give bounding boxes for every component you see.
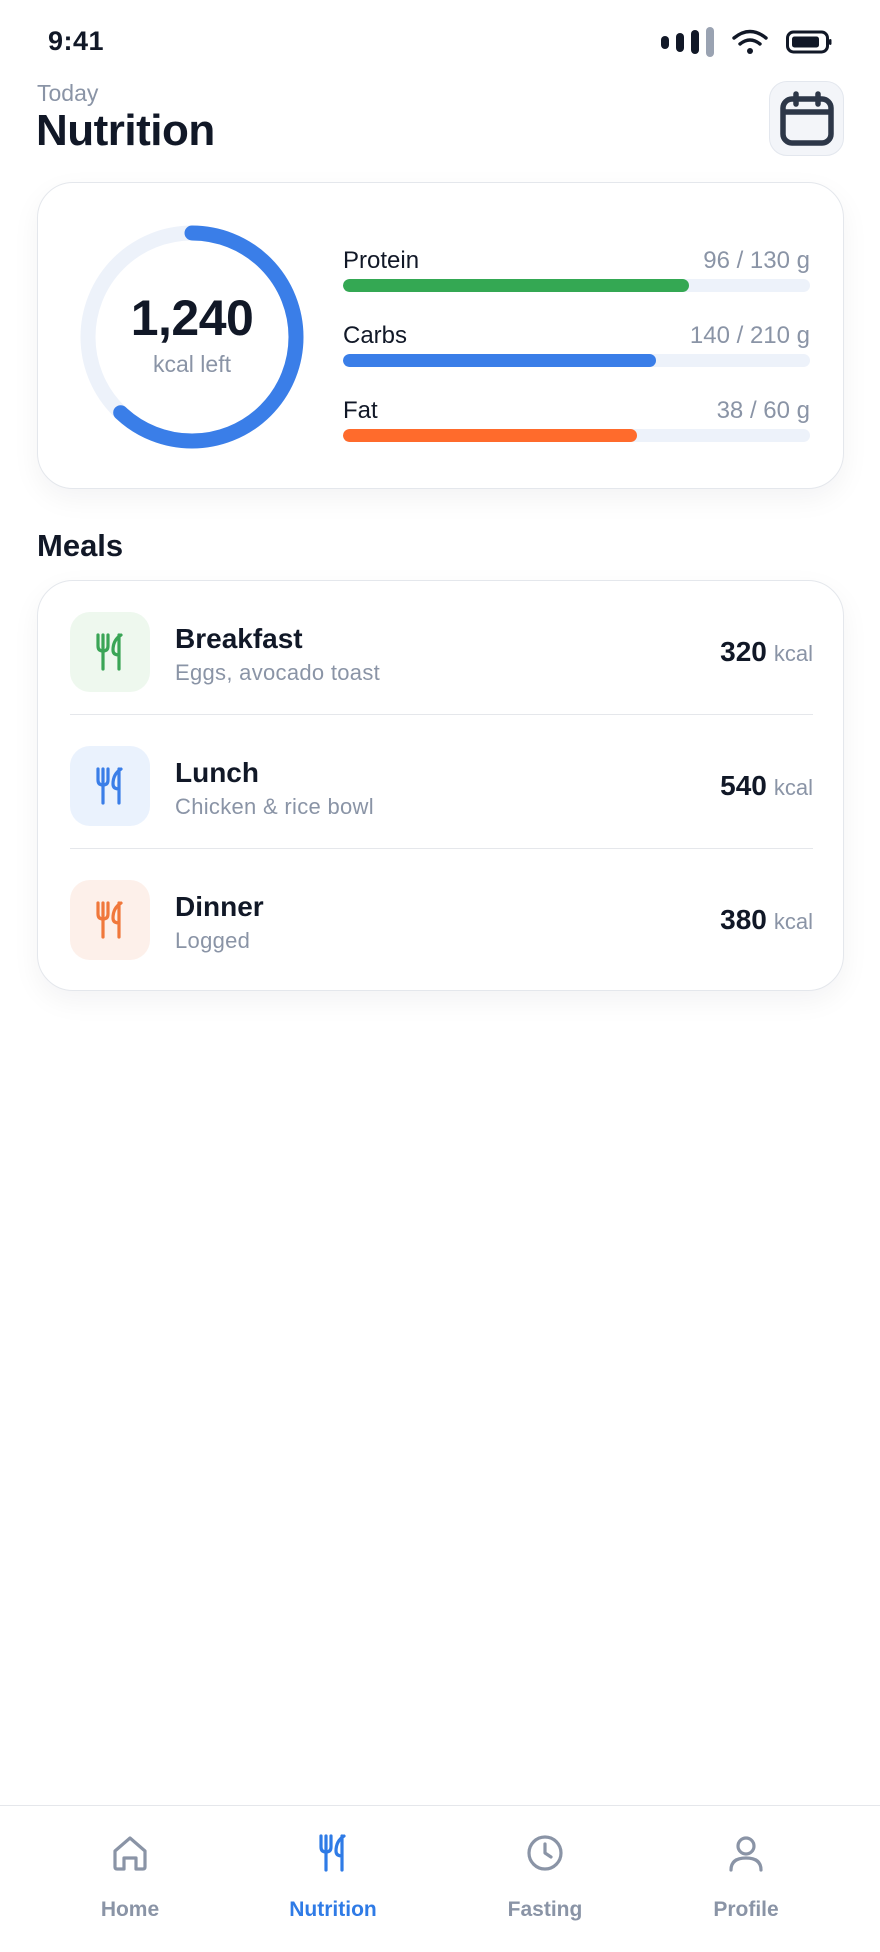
meal-kcal-value: 380 — [720, 904, 767, 935]
tab-profile[interactable]: Profile — [656, 1806, 836, 1952]
macro-progress-track — [343, 279, 810, 292]
fork-knife-icon — [96, 633, 123, 671]
status-bar: 9:41 — [0, 0, 880, 84]
macro-name: Fat — [343, 397, 378, 424]
macro-fat: Fat 38 / 60 g — [343, 397, 810, 457]
calendar-button[interactable] — [769, 81, 844, 156]
header-subtitle: Today — [37, 80, 99, 106]
tab-label: Nutrition — [289, 1898, 377, 1921]
fork-knife-icon — [312, 1832, 354, 1874]
macro-progress-fill — [343, 354, 656, 367]
meals-section-title: Meals — [37, 528, 124, 563]
meal-name: Breakfast — [175, 623, 303, 654]
meal-description: Eggs, avocado toast — [175, 660, 381, 685]
meal-calories: 540 kcal — [720, 770, 813, 802]
macro-value: 38 / 60 g — [716, 397, 810, 424]
meal-row-dinner[interactable]: Dinner Logged 380 kcal — [70, 849, 813, 983]
meal-description: Chicken & rice bowl — [175, 794, 374, 819]
meal-kcal-unit: kcal — [773, 641, 813, 666]
status-icons — [661, 26, 832, 58]
meal-icon-container — [70, 612, 150, 692]
tab-fasting[interactable]: Fasting — [455, 1806, 635, 1952]
macro-value: 96 / 130 g — [703, 247, 810, 274]
macro-name: Carbs — [343, 322, 408, 349]
calories-left-label: kcal left — [153, 351, 231, 377]
meal-calories: 320 kcal — [720, 636, 813, 668]
macro-carbs: Carbs 140 / 210 g — [343, 322, 810, 382]
meal-kcal-unit: kcal — [773, 775, 813, 800]
meal-kcal-value: 540 — [720, 770, 767, 801]
macro-progress-fill — [343, 279, 689, 292]
tab-label: Home — [100, 1898, 160, 1921]
fork-knife-icon — [96, 767, 123, 805]
calendar-icon — [779, 90, 834, 146]
tab-label: Profile — [713, 1898, 779, 1921]
tab-label: Fasting — [507, 1898, 583, 1921]
meal-icon-container — [70, 746, 150, 826]
clock-icon — [524, 1832, 566, 1874]
meals-card: Breakfast Eggs, avocado toast 320 kcal L… — [37, 580, 844, 991]
meal-name: Dinner — [175, 891, 264, 922]
battery-icon — [786, 30, 832, 54]
tab-home[interactable]: Home — [40, 1806, 220, 1952]
calories-left-value: 1,240 — [130, 290, 254, 346]
fork-knife-icon — [96, 901, 123, 939]
meal-kcal-unit: kcal — [773, 909, 813, 934]
macro-progress-track — [343, 354, 810, 367]
wifi-icon — [732, 29, 768, 54]
meal-icon-container — [70, 880, 150, 960]
page-title: Nutrition — [36, 106, 215, 155]
macro-value: 140 / 210 g — [689, 322, 810, 349]
macro-progress-track — [343, 429, 810, 442]
meal-row-breakfast[interactable]: Breakfast Eggs, avocado toast 320 kcal — [70, 581, 813, 715]
macro-progress-fill — [343, 429, 638, 442]
home-icon — [109, 1832, 151, 1874]
meal-description: Logged — [175, 928, 251, 953]
meal-kcal-value: 320 — [720, 636, 767, 667]
meal-name: Lunch — [175, 757, 259, 788]
macro-name: Protein — [343, 247, 420, 274]
tab-nutrition[interactable]: Nutrition — [243, 1806, 423, 1952]
calorie-summary-card: 1,240 kcal left Protein 96 / 130 g Carbs… — [37, 182, 844, 489]
cellular-signal-icon — [661, 27, 714, 57]
meal-calories: 380 kcal — [720, 904, 813, 936]
tab-bar: Home Nutrition Fasting Profile — [0, 1805, 880, 1952]
person-icon — [725, 1832, 767, 1874]
status-time: 9:41 — [48, 26, 105, 56]
macro-protein: Protein 96 / 130 g — [343, 247, 810, 307]
meal-row-lunch[interactable]: Lunch Chicken & rice bowl 540 kcal — [70, 715, 813, 849]
